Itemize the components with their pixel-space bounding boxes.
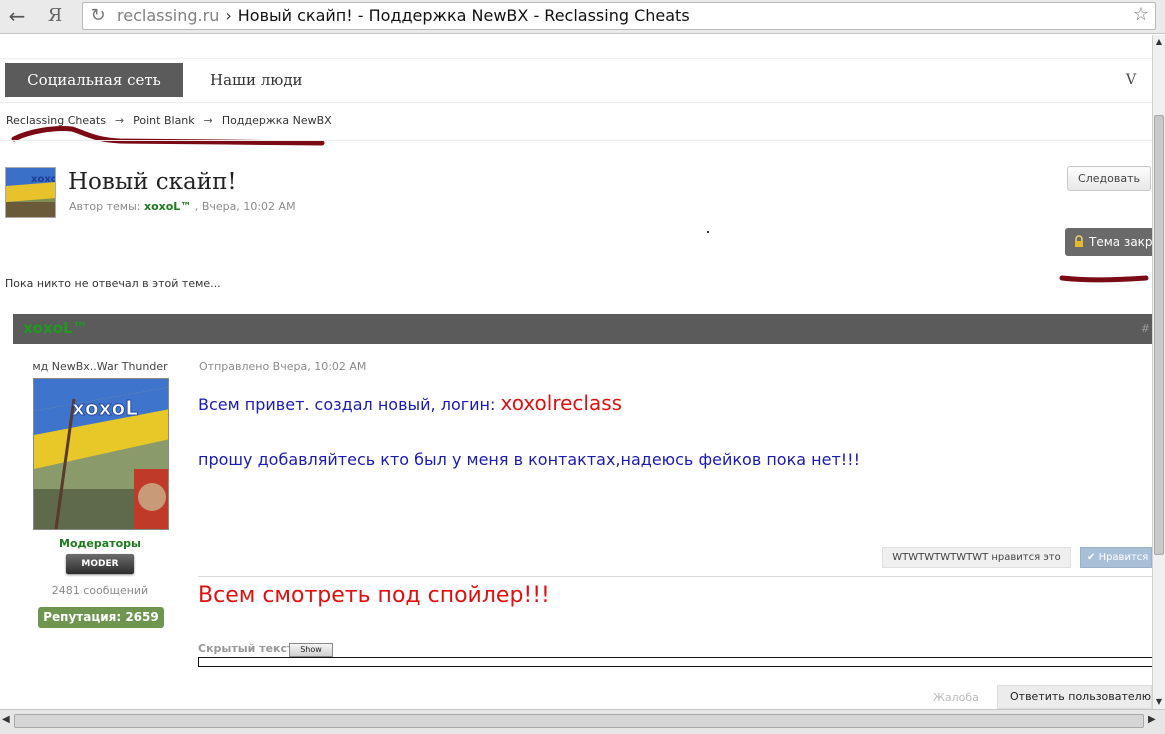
post-date: Отправлено Вчера, 10:02 AM <box>199 360 367 373</box>
avatar-image: xoxoL <box>34 379 168 529</box>
topic-closed-badge: Тема закр <box>1065 228 1152 256</box>
yandex-icon[interactable]: Я <box>42 4 68 28</box>
back-arrow-icon[interactable]: ← <box>4 4 30 28</box>
topic-closed-label: Тема закр <box>1089 235 1152 249</box>
tab-social-network[interactable]: Социальная сеть <box>5 63 183 97</box>
bookmark-star-icon[interactable]: ☆ <box>1133 4 1149 25</box>
report-link[interactable]: Жалоба <box>933 691 979 704</box>
reload-icon[interactable]: ↻ <box>87 5 109 27</box>
author-label: Автор темы: <box>69 200 141 213</box>
like-button[interactable]: ✔ Нравится <box>1080 547 1152 568</box>
browser-toolbar: ← Я ↻ reclassing.ru › Новый скайп! - Подде… <box>0 0 1165 34</box>
page-title: Новый скайп! <box>68 169 237 195</box>
url-domain: reclassing.ru <box>117 6 220 25</box>
scrollbar-thumb[interactable] <box>14 714 1144 728</box>
likes-summary[interactable]: WTWTWTWTWTWT нравится это <box>882 547 1071 568</box>
divider <box>0 140 1152 141</box>
post-author-link[interactable]: xoxoL™ <box>23 319 88 337</box>
author-group: Модераторы <box>59 537 141 550</box>
spoiler-label: Скрытый текст <box>198 642 294 655</box>
avatar-image: xoxo <box>6 168 56 217</box>
scroll-right-icon[interactable]: ▶ <box>1148 714 1156 725</box>
hand-drawn-underline-mark <box>11 126 325 146</box>
hand-drawn-underline-mark <box>1059 275 1149 283</box>
lock-icon <box>1075 235 1083 247</box>
horizontal-scrollbar[interactable]: ◀ ▶ <box>0 709 1165 734</box>
scroll-down-icon[interactable]: ▼ <box>1153 695 1165 709</box>
scroll-left-icon[interactable]: ◀ <box>2 714 10 725</box>
spoiler-box <box>198 657 1152 667</box>
scroll-up-icon[interactable]: ▲ <box>1153 35 1165 49</box>
svg-text:xoxo: xoxo <box>31 174 56 185</box>
post-text-line: прошу добавляйтесь кто был у меня в конт… <box>198 450 861 469</box>
stray-dot <box>707 231 709 233</box>
post-text-line: Всем привет. создал новый, логин: xoxolr… <box>198 391 622 415</box>
page-content: Социальная сеть Наши люди V Reclassing C… <box>0 35 1152 709</box>
message-count: 2481 сообщений <box>51 584 149 597</box>
reply-button[interactable]: Ответить пользователю <box>997 685 1152 709</box>
topic-date: , Вчера, 10:02 AM <box>194 200 296 213</box>
post-text-line: Всем смотреть под спойлер!!! <box>198 583 550 608</box>
url-separator: › <box>225 6 232 25</box>
follow-button[interactable]: Следовать <box>1067 166 1151 191</box>
topic-author-link[interactable]: xoxoL™ <box>144 200 191 213</box>
post-login: xoxolreclass <box>500 391 623 415</box>
moder-badge: MODER <box>66 554 134 574</box>
vertical-scrollbar[interactable]: ▲ ▼ <box>1152 35 1165 709</box>
tab-our-people[interactable]: Наши люди <box>210 63 303 97</box>
spoiler-show-button[interactable]: Show <box>289 643 333 657</box>
topic-author-avatar[interactable]: xoxo <box>5 167 56 218</box>
divider <box>198 576 1152 577</box>
url-page-title: Новый скайп! - Поддержка NewBX - Reclass… <box>237 6 690 25</box>
tab-more[interactable]: V <box>1126 63 1136 97</box>
svg-text:xoxoL: xoxoL <box>72 396 138 420</box>
topic-meta: Автор темы: xoxoL™ , Вчера, 10:02 AM <box>69 200 296 213</box>
scrollbar-thumb[interactable] <box>1154 115 1164 555</box>
top-navigation: Социальная сеть Наши люди V <box>0 58 1152 103</box>
reputation-badge: Репутация: 2659 <box>38 607 164 628</box>
check-icon: ✔ <box>1087 552 1099 563</box>
post-number-link[interactable]: # <box>1141 322 1150 335</box>
no-replies-text: Пока никто не отвечал в этой теме... <box>5 277 221 290</box>
post-greeting: Всем привет. создал новый, логин: <box>198 395 501 414</box>
like-button-label: Нравится <box>1098 552 1149 563</box>
author-avatar[interactable]: xoxoL <box>33 378 169 530</box>
author-title: мд NewBx..War Thunder <box>32 360 168 373</box>
post-header: xoxoL™ # <box>13 314 1152 344</box>
address-text[interactable]: reclassing.ru › Новый скайп! - Поддержка N… <box>117 6 690 25</box>
address-bar[interactable]: ↻ reclassing.ru › Новый скайп! - Поддержка… <box>82 2 1156 30</box>
